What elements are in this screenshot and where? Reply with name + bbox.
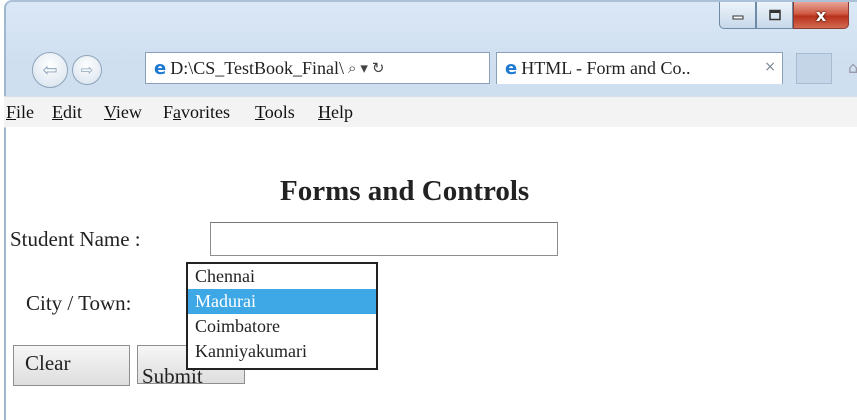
address-bar[interactable]: e D:\CS_TestBook_Final\ ⌕ ▾ ↻ [145,52,490,84]
city-dropdown-list[interactable]: Chennai Madurai Coimbatore Kanniyakumari [186,262,378,370]
menu-tools[interactable]: Tools [255,102,295,123]
new-tab-button[interactable] [796,53,832,84]
city-option[interactable]: Coimbatore [188,314,376,339]
page-icon: e [154,57,167,79]
forward-button[interactable]: ⇨ [72,55,102,85]
clear-button[interactable]: Clear [13,345,130,386]
menu-file[interactable]: File [6,102,34,123]
city-option-selected[interactable]: Madurai [188,289,376,314]
menu-bar: File Edit View Favorites Tools Help [4,96,857,128]
back-arrow-icon: ⇦ [42,59,58,81]
menu-help[interactable]: Help [318,102,353,123]
maximize-button[interactable] [756,2,793,29]
window-controls: x [719,2,849,31]
search-icon[interactable]: ⌕ [348,59,356,77]
tab-label: HTML - Form and Co.. [521,58,691,78]
student-name-label: Student Name : [10,227,141,251]
ie-icon: e [505,58,518,79]
tab-close-icon[interactable]: × [764,59,776,75]
back-button[interactable]: ⇦ [32,52,68,88]
address-text: D:\CS_TestBook_Final\ [170,57,344,78]
menu-edit[interactable]: Edit [52,102,82,123]
forward-arrow-icon: ⇨ [80,61,94,79]
city-option[interactable]: Chennai [188,264,376,289]
student-name-input[interactable] [210,222,558,256]
dropdown-icon[interactable]: ▾ [360,59,368,77]
close-button[interactable]: x [793,2,849,29]
minimize-button[interactable] [719,2,756,29]
home-icon[interactable]: ⌂ [848,58,857,77]
menu-view[interactable]: View [104,102,142,123]
refresh-icon[interactable]: ↻ [372,59,385,77]
page-title: Forms and Controls [280,175,530,207]
menu-favorites[interactable]: Favorites [163,102,230,123]
minimize-icon [732,15,743,20]
close-icon: x [815,5,827,25]
city-label: City / Town: [26,291,132,315]
page-content [6,127,857,420]
maximize-icon [768,9,781,21]
city-option[interactable]: Kanniyakumari [188,339,376,364]
tab-html-form[interactable]: e HTML - Form and Co.. × [496,52,783,84]
